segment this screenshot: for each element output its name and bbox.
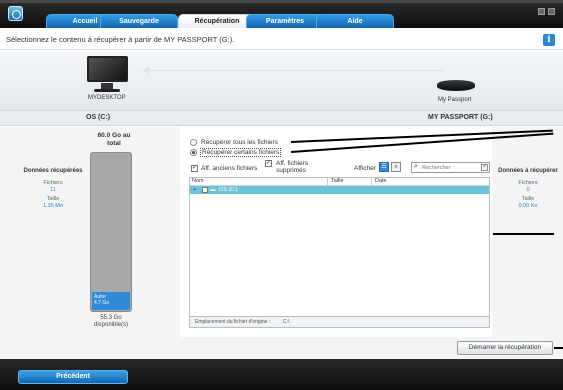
computer-base <box>94 89 120 92</box>
row-name: OS (C:) <box>219 187 238 193</box>
other-value: 4.7 Go <box>94 300 110 306</box>
target-device-label: My Passport <box>438 97 472 103</box>
previous-button[interactable]: Précédent <box>18 370 128 384</box>
search-view-icon[interactable]: ⌕ <box>391 162 401 172</box>
capacity-title: 60.0 Go au total <box>97 132 131 147</box>
recovered-files-value: 11 <box>50 187 56 193</box>
to-recover-size-value: 0.00 Ko <box>518 203 538 209</box>
start-recovery-button[interactable]: Démarrer la récupération <box>457 341 553 355</box>
table-row[interactable]: + ▬ OS (C:) <box>190 186 489 194</box>
info-icon[interactable]: i <box>543 34 555 46</box>
instruction-bar: Sélectionnez le contenu à récupérer à pa… <box>0 28 563 50</box>
to-recover-size-label: Taille <box>521 196 535 202</box>
deleted-files-checkbox[interactable]: ✓ <box>265 160 272 167</box>
tab-parametres[interactable]: Paramètres <box>246 14 324 28</box>
list-view-icon[interactable]: ☰ <box>379 162 389 172</box>
target-volume-label: MY PASSPORT (G:) <box>428 114 493 121</box>
column-date[interactable]: Date <box>375 178 387 184</box>
file-table-header: Nom Taille Date <box>190 178 489 186</box>
recovered-data-title: Données récupérées <box>23 168 83 174</box>
tab-sauvegarde[interactable]: Sauvegarde <box>100 14 178 28</box>
available-space: 55.3 Go disponible(s) <box>93 315 129 328</box>
old-files-label: Aff. anciens fichiers <box>201 165 258 172</box>
data-to-recover-title: Données à récupérer <box>498 168 558 174</box>
recovered-size-label: Taille <box>46 196 60 202</box>
old-files-checkbox[interactable]: ✓ <box>191 165 198 172</box>
capacity-bar: Autre 4.7 Go <box>90 152 132 312</box>
deleted-files-label: Aff. fichiers supprimés <box>276 160 309 174</box>
path-value: C:\ <box>283 319 290 325</box>
recover-some-label[interactable]: Récupérer certains fichiers <box>200 148 282 157</box>
source-device-label: MYDESKTOP <box>88 95 126 101</box>
callout-line <box>493 233 554 235</box>
device-area <box>0 51 563 110</box>
minimize-icon[interactable] <box>538 8 545 15</box>
path-label: Emplacement du fichier d'origine : <box>195 319 271 325</box>
column-size[interactable]: Taille <box>331 178 344 184</box>
recover-some-radio[interactable] <box>190 149 197 156</box>
right-pane <box>492 127 563 337</box>
search-input[interactable] <box>422 164 477 172</box>
instruction-text: Sélectionnez le contenu à récupérer à pa… <box>6 35 235 44</box>
to-recover-files-value: 0 <box>526 187 530 193</box>
close-icon[interactable] <box>548 8 555 15</box>
callout-line <box>554 347 563 349</box>
file-table: Nom Taille Date + ▬ OS (C:) <box>189 177 490 317</box>
capacity-used-fill: Autre 4.7 Go <box>92 292 130 310</box>
app-logo-icon <box>8 6 23 21</box>
tab-aide[interactable]: Aide <box>316 14 394 28</box>
to-recover-files-label: Fichiers <box>518 180 538 186</box>
recovered-files-label: Fichiers <box>43 180 63 186</box>
recover-all-radio[interactable] <box>190 139 197 146</box>
search-icon: ⌕ <box>414 163 418 170</box>
recover-all-label[interactable]: Récupérer tous les fichiers <box>201 139 278 146</box>
clear-search-icon[interactable]: × <box>481 164 488 171</box>
source-volume-label: OS (C:) <box>86 114 111 121</box>
computer-icon <box>87 56 128 82</box>
transfer-arrow-line <box>143 70 443 71</box>
expand-icon[interactable]: + <box>193 186 196 194</box>
search-box[interactable]: ⌕ × <box>411 162 490 173</box>
tab-recuperation[interactable]: Récupération <box>178 14 256 29</box>
column-name[interactable]: Nom <box>192 178 204 184</box>
row-checkbox[interactable] <box>202 187 208 193</box>
view-label: Afficher <box>354 165 376 172</box>
recovered-size-value: 1.35 Mo <box>43 203 63 209</box>
transfer-arrow-icon <box>143 66 149 74</box>
path-bar: Emplacement du fichier d'origine : C:\ <box>189 317 490 328</box>
external-drive-icon <box>437 80 475 91</box>
drive-icon: ▬ <box>210 187 216 193</box>
